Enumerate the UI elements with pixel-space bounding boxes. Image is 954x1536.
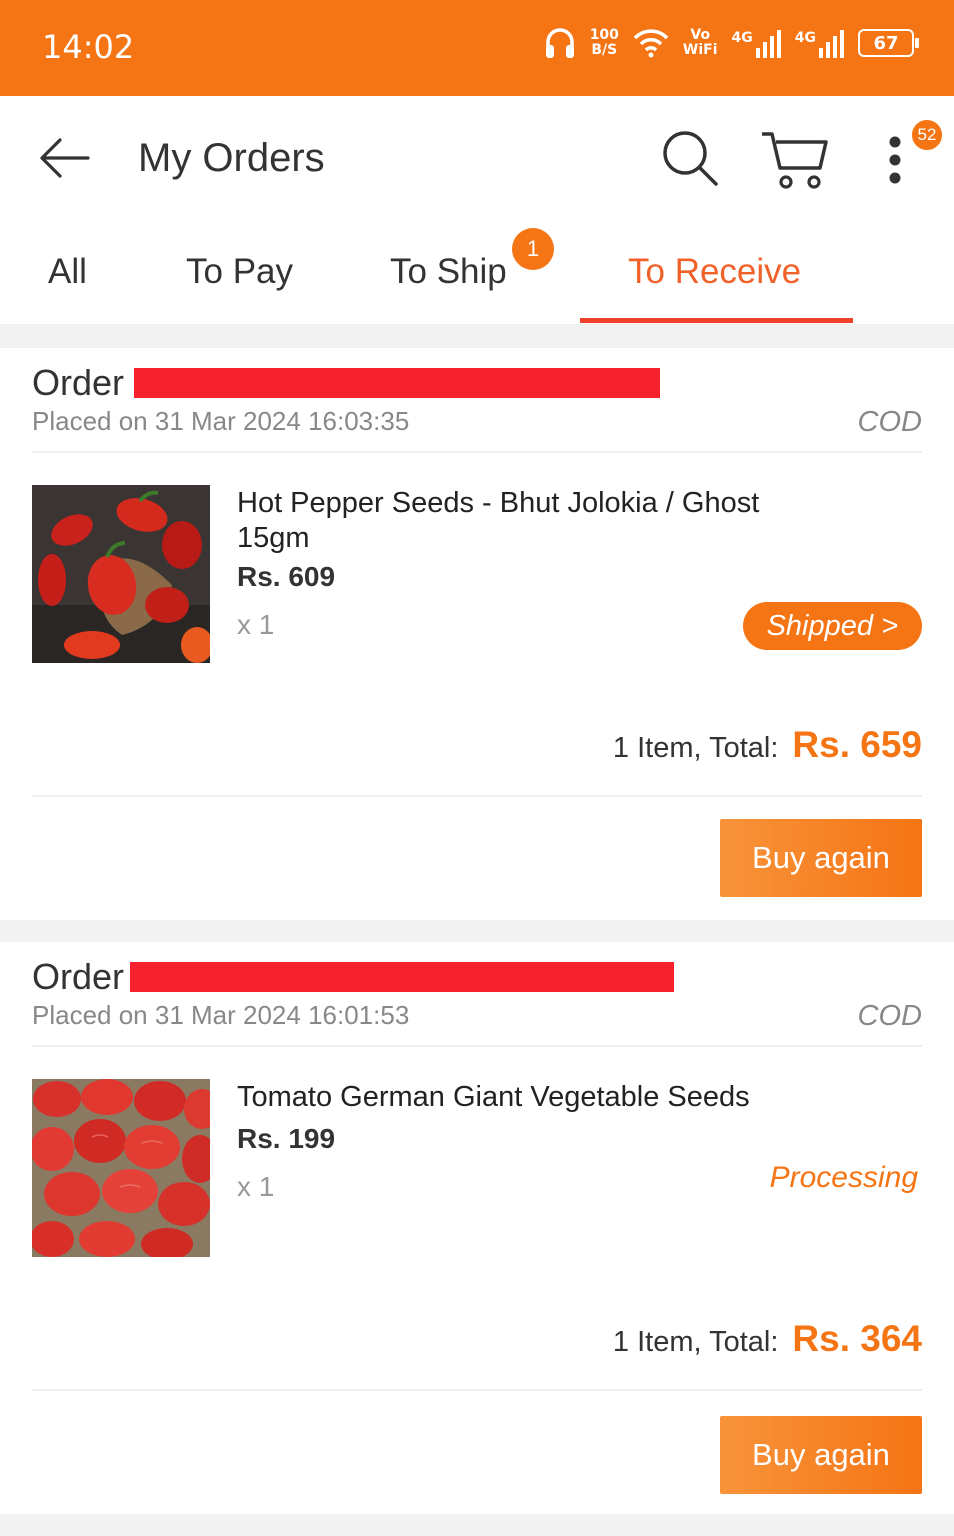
total-amount: Rs. 364 — [792, 1318, 922, 1359]
product-price: Rs. 199 — [237, 1123, 336, 1154]
divider — [32, 795, 922, 797]
order-status-button[interactable]: Shipped > — [742, 602, 922, 650]
divider — [32, 451, 922, 453]
status-time: 14:02 — [42, 28, 135, 66]
battery-icon: 67 — [858, 29, 919, 57]
order-card[interactable]: Order Placed on 31 Mar 2024 16:01:53 COD — [0, 942, 954, 1514]
headphones-icon — [545, 28, 574, 58]
order-card[interactable]: Order Placed on 31 Mar 2024 16:03:35 COD… — [0, 348, 954, 920]
cellular-signal-2: 4G — [795, 28, 844, 58]
cellular-signal-1: 4G — [732, 28, 781, 58]
network-speed-unit: B/S — [591, 42, 618, 58]
vowifi-vo: Vo — [690, 27, 711, 43]
order-placed-date: Placed on 31 Mar 2024 16:01:53 — [32, 1000, 410, 1030]
signal-bars-icon — [819, 30, 844, 58]
status-bar: 14:02 100 B/S Vo WiFi 4G 4G 67 — [0, 0, 954, 96]
total-label: 1 Item, Total: — [612, 1326, 779, 1358]
network-type-label: 4G — [731, 30, 753, 46]
status-icons: 100 B/S Vo WiFi 4G 4G 67 — [544, 26, 919, 60]
network-speed-value: 100 — [589, 27, 619, 43]
payment-method: COD — [857, 1000, 922, 1032]
search-icon[interactable] — [660, 128, 720, 188]
notification-badge: 52 — [910, 118, 944, 152]
order-placed-date: Placed on 31 Mar 2024 16:03:35 — [32, 406, 410, 436]
divider — [32, 1045, 922, 1047]
order-label: Order — [32, 362, 125, 403]
back-arrow-icon[interactable] — [36, 134, 92, 182]
payment-method: COD — [857, 406, 922, 438]
product-quantity: x 1 — [237, 609, 275, 640]
battery-level: 67 — [873, 32, 899, 54]
order-label: Order — [32, 956, 125, 997]
active-tab-indicator — [580, 318, 853, 323]
page-title: My Orders — [138, 136, 325, 180]
order-number-row: Order — [32, 956, 675, 998]
product-quantity: x 1 — [237, 1171, 275, 1202]
to-ship-badge: 1 — [512, 228, 554, 270]
tomato-image — [32, 1079, 210, 1257]
tab-all[interactable]: All — [48, 252, 87, 292]
redacted-order-number — [134, 368, 661, 398]
app-header: My Orders 52 — [0, 96, 954, 224]
tab-to-pay[interactable]: To Pay — [186, 252, 293, 292]
wifi-icon — [633, 29, 669, 58]
product-image[interactable] — [32, 485, 210, 663]
product-name[interactable]: Tomato German Giant Vegetable Seeds — [237, 1080, 837, 1115]
tab-to-ship[interactable]: To Ship — [390, 252, 507, 292]
order-total-row: 1 Item, Total: Rs. 659 — [613, 724, 922, 766]
product-image[interactable] — [32, 1079, 210, 1257]
more-options-icon[interactable] — [880, 132, 910, 188]
order-total-row: 1 Item, Total: Rs. 364 — [613, 1318, 922, 1360]
order-tabs: All To Pay To Ship 1 To Receive — [0, 224, 954, 324]
redacted-order-number — [130, 962, 675, 992]
vowifi-indicator: Vo WiFi — [683, 28, 718, 58]
buy-again-button[interactable]: Buy again — [720, 1416, 922, 1494]
order-status-text: Processing — [769, 1161, 918, 1194]
buy-again-button[interactable]: Buy again — [720, 819, 922, 897]
product-price: Rs. 609 — [237, 561, 336, 592]
order-number-row: Order — [32, 362, 661, 404]
total-amount: Rs. 659 — [792, 724, 922, 765]
chili-pepper-image — [32, 485, 210, 663]
vowifi-wifi: WiFi — [682, 42, 718, 58]
tab-to-receive[interactable]: To Receive — [628, 252, 801, 292]
product-name[interactable]: Hot Pepper Seeds - Bhut Jolokia / Ghost … — [237, 486, 837, 556]
network-type-label: 4G — [794, 30, 816, 46]
network-speed: 100 B/S — [590, 28, 619, 58]
total-label: 1 Item, Total: — [612, 732, 779, 764]
divider — [32, 1389, 922, 1391]
cart-icon[interactable] — [760, 128, 830, 190]
signal-bars-icon — [755, 30, 781, 58]
